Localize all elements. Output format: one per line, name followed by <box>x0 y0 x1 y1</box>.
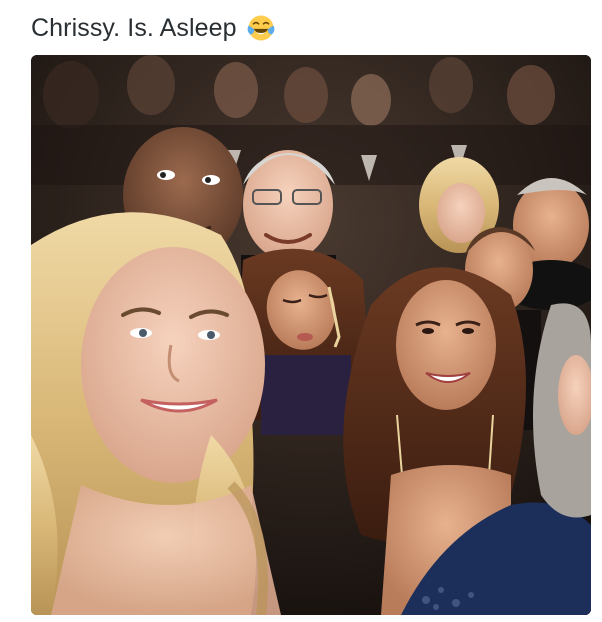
photo-illustration <box>31 55 591 615</box>
face-with-tears-of-joy-icon <box>247 15 275 41</box>
tweet-card: Chrissy. Is. Asleep <box>0 0 602 622</box>
tweet-text: Chrissy. Is. Asleep <box>31 13 237 42</box>
crowd-selfie-photo[interactable] <box>31 55 591 615</box>
tweet-text-row: Chrissy. Is. Asleep <box>31 10 276 46</box>
